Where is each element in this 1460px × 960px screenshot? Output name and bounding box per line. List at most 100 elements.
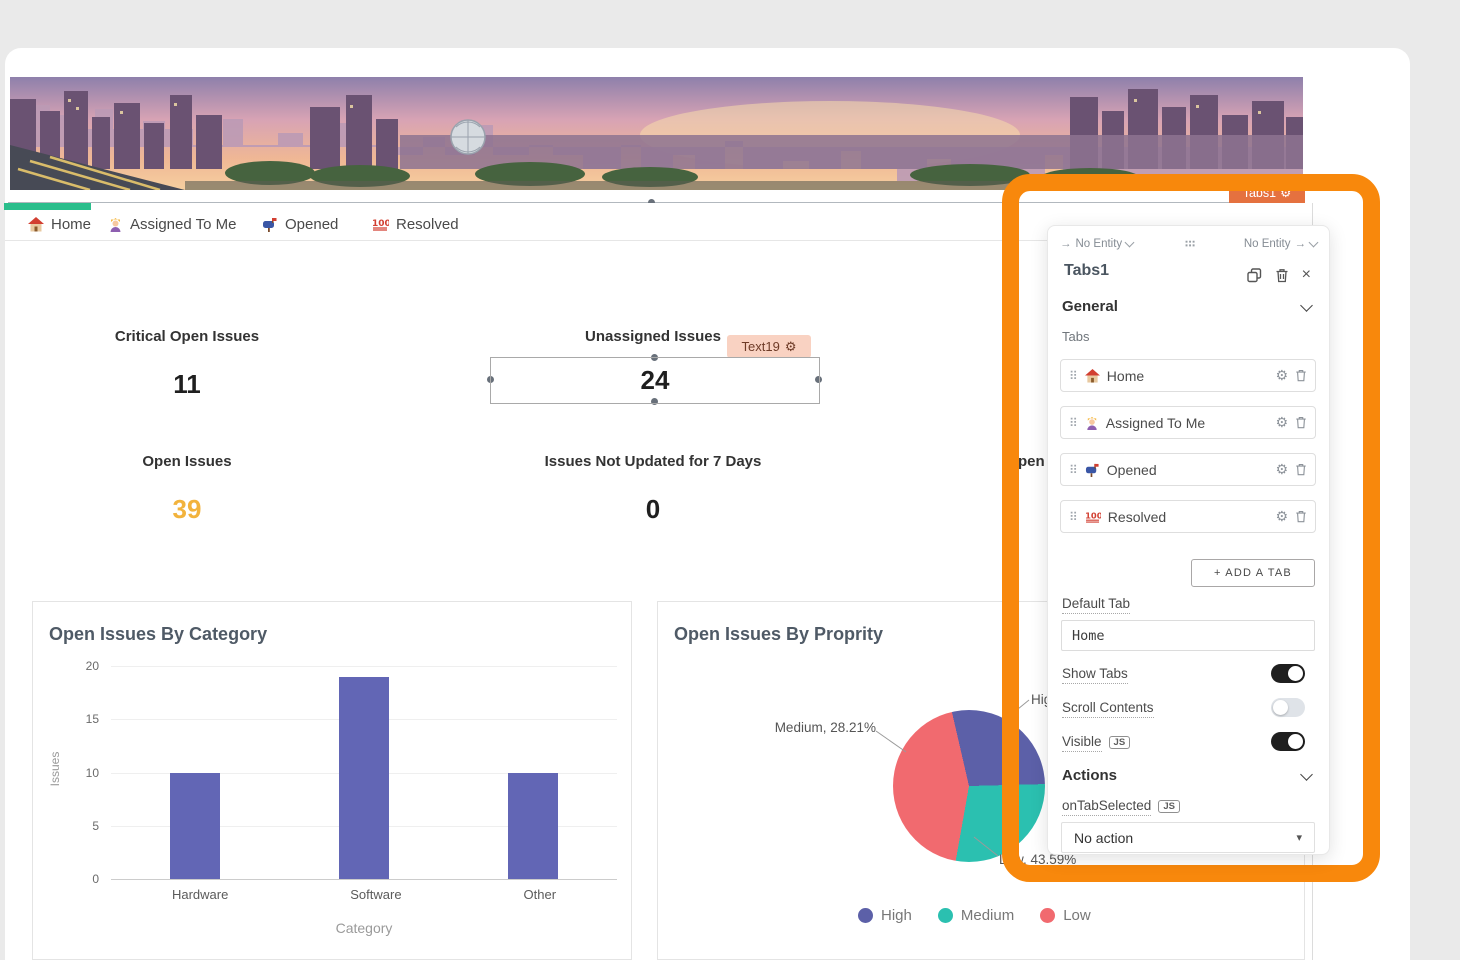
pie-chart-title: Open Issues By Proprity — [674, 624, 883, 645]
default-tab-label: Default Tab — [1062, 596, 1130, 611]
y-tick-label: 0 — [47, 872, 99, 886]
stat-issues-not-updated: Issues Not Updated for 7 Days 0 — [490, 453, 816, 525]
tab-opened-label: Opened — [285, 216, 338, 233]
visible-toggle[interactable] — [1271, 732, 1305, 751]
bar-chart-widget[interactable]: Open Issues By Category Issues 05101520 … — [32, 601, 632, 960]
chevron-down-icon — [1125, 238, 1135, 248]
connections-grid-icon[interactable]: ⠿ — [1181, 239, 1197, 250]
x-category-label: Hardware — [172, 887, 228, 902]
y-tick-label: 5 — [47, 819, 99, 833]
bar-chart-bars — [111, 666, 617, 879]
legend-dot-icon — [938, 908, 953, 923]
drag-handle-icon[interactable]: ⠿ — [1069, 416, 1078, 430]
tab-row-assigned-to-me[interactable]: ⠿ Assigned To Me ⚙ — [1060, 406, 1316, 439]
bar-other — [508, 773, 558, 880]
drag-handle-icon[interactable]: ⠿ — [1069, 463, 1078, 477]
drag-handle-icon[interactable]: ⠿ — [1069, 369, 1078, 383]
property-pane: → No Entity ⠿ No Entity → Tabs1 × Genera… — [1047, 225, 1330, 855]
incoming-entity-label: No Entity — [1076, 238, 1123, 250]
caret-down-icon: ▾ — [1296, 831, 1302, 844]
pie-label-medium: Medium, 28.21% — [775, 720, 876, 735]
y-tick-label: 10 — [47, 766, 99, 780]
city-skyline-art — [10, 77, 1303, 190]
outgoing-entity-dropdown[interactable]: No Entity → — [1244, 238, 1317, 250]
tab-assigned-to-me[interactable]: Assigned To Me — [108, 212, 236, 236]
person-emoji-icon — [1085, 416, 1099, 430]
gear-icon[interactable]: ⚙ — [785, 339, 797, 355]
tab-resolved[interactable]: 100 Resolved — [372, 212, 459, 236]
text19-selection-box[interactable]: 24 — [490, 357, 820, 404]
text19-badge-label: Text19 — [742, 339, 780, 354]
mailbox-emoji-icon — [1085, 463, 1100, 477]
visible-label: VisibleJS — [1062, 734, 1130, 749]
tab-opened[interactable]: Opened — [262, 212, 338, 236]
legend-item-high: High — [858, 907, 912, 924]
tab-row-home[interactable]: ⠿ Home ⚙ — [1060, 359, 1316, 392]
y-tick-label: 15 — [47, 712, 99, 726]
hundred-points-emoji-icon: 100 — [1085, 510, 1101, 523]
tab-delete-icon[interactable] — [1295, 416, 1307, 429]
stat-label: Open Issues — [62, 453, 312, 470]
tab-delete-icon[interactable] — [1295, 369, 1307, 382]
section-actions[interactable]: Actions — [1062, 767, 1117, 784]
legend-label: Medium — [961, 907, 1014, 924]
js-toggle-chip[interactable]: JS — [1109, 736, 1131, 749]
arrow-right-icon: → — [1295, 238, 1307, 250]
scroll-contents-toggle[interactable] — [1271, 698, 1305, 717]
incoming-entity-dropdown[interactable]: → No Entity — [1060, 238, 1133, 250]
pie-leader-line-low — [972, 835, 1000, 859]
close-pane-icon[interactable]: × — [1302, 266, 1311, 284]
chevron-down-icon[interactable] — [1300, 768, 1313, 781]
svg-text:100: 100 — [1085, 510, 1101, 520]
tab-row-label: Opened — [1107, 462, 1269, 478]
bar-chart-x-categories: HardwareSoftwareOther — [111, 887, 617, 902]
show-tabs-toggle[interactable] — [1271, 664, 1305, 683]
pie-leader-line-high — [1005, 698, 1031, 720]
legend-dot-icon — [1040, 908, 1055, 923]
tab-home[interactable]: Home — [28, 212, 91, 236]
tab-settings-gear-icon[interactable]: ⚙ — [1275, 508, 1288, 525]
tabs-field-label: Tabs — [1062, 329, 1089, 344]
stat-value: 39 — [62, 494, 312, 525]
tab-row-opened[interactable]: ⠿ Opened ⚙ — [1060, 453, 1316, 486]
tab-settings-gear-icon[interactable]: ⚙ — [1275, 367, 1288, 384]
tab-row-resolved[interactable]: ⠿ 100 Resolved ⚙ — [1060, 500, 1316, 533]
default-tab-input[interactable]: Home — [1061, 620, 1315, 651]
active-tab-indicator — [4, 203, 91, 210]
js-toggle-chip[interactable]: JS — [1158, 800, 1180, 813]
chevron-down-icon[interactable] — [1300, 299, 1313, 312]
action-select-value: No action — [1074, 830, 1133, 846]
add-a-tab-button[interactable]: + ADD A TAB — [1191, 559, 1315, 587]
tab-delete-icon[interactable] — [1295, 510, 1307, 523]
chevron-down-icon — [1309, 238, 1319, 248]
x-category-label: Other — [524, 887, 557, 902]
stat-value: 11 — [62, 369, 312, 400]
text19-widget-badge[interactable]: Text19 ⚙ — [727, 335, 811, 358]
gear-icon[interactable]: ⚙ — [1280, 185, 1291, 200]
copy-widget-icon[interactable] — [1247, 268, 1262, 283]
tab-row-label: Assigned To Me — [1106, 415, 1269, 431]
show-tabs-label: Show Tabs — [1062, 666, 1128, 681]
bar-hardware — [170, 773, 220, 880]
tab-settings-gear-icon[interactable]: ⚙ — [1275, 414, 1288, 431]
hundred-points-emoji-icon: 100 — [372, 217, 389, 231]
y-tick-label: 20 — [47, 659, 99, 673]
on-tab-selected-action-select[interactable]: No action ▾ — [1061, 822, 1315, 853]
scroll-contents-label: Scroll Contents — [1062, 700, 1154, 715]
on-tab-selected-label: onTabSelectedJS — [1062, 798, 1180, 813]
connection-header: → No Entity ⠿ No Entity → — [1060, 234, 1317, 254]
tab-settings-gear-icon[interactable]: ⚙ — [1275, 461, 1288, 478]
drag-handle-icon[interactable]: ⠿ — [1069, 510, 1078, 524]
legend-label: High — [881, 907, 912, 924]
widget-name[interactable]: Tabs1 — [1064, 262, 1109, 280]
delete-widget-icon[interactable] — [1275, 268, 1289, 283]
stat-label: Critical Open Issues — [62, 328, 312, 345]
tab-row-label: Resolved — [1108, 509, 1269, 525]
house-emoji-icon — [28, 217, 44, 232]
section-general[interactable]: General — [1062, 298, 1118, 315]
tabs1-widget-badge[interactable]: Tabs1 ⚙ — [1229, 182, 1305, 203]
tab-delete-icon[interactable] — [1295, 463, 1307, 476]
stat-critical-open-issues: Critical Open Issues 11 — [62, 328, 312, 400]
person-emoji-icon — [108, 217, 123, 232]
outgoing-entity-label: No Entity — [1244, 238, 1291, 250]
